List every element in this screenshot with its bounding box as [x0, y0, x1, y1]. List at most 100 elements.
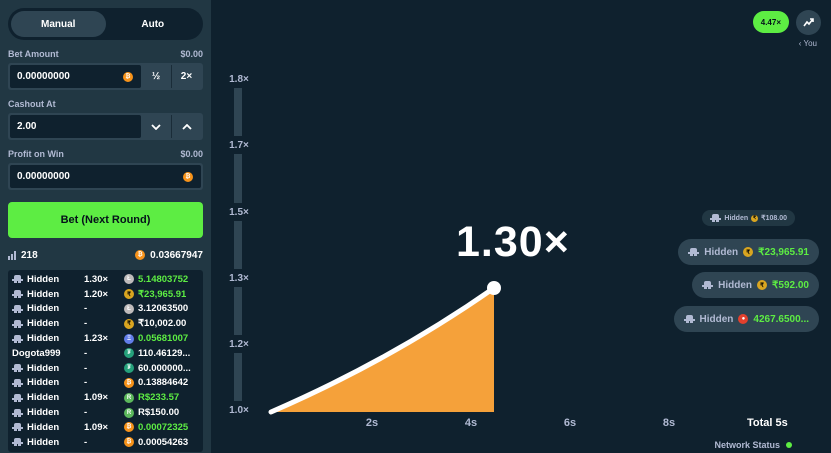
total-bet: 0.03667947 [150, 249, 203, 261]
player-row: Hidden 1.09× R R$233.57 [12, 390, 199, 405]
hidden-user-icon [12, 364, 23, 373]
player-name: Hidden [27, 273, 60, 285]
player-row: Hidden 1.30× Ł 5.14803752 [12, 272, 199, 287]
player-name: Hidden [27, 362, 60, 374]
player-row: Dogota999 - ₮ 110.46129... [12, 346, 199, 361]
bitcoin-icon: ₿ [183, 171, 193, 182]
cashout-amount: ₹592.00 [772, 279, 809, 291]
mode-toggle: Manual Auto [8, 8, 203, 40]
player-amount: R$150.00 [138, 407, 180, 419]
hidden-user-icon [702, 281, 714, 289]
hidden-user-icon [12, 290, 23, 299]
players-bar-icon [8, 250, 16, 260]
cashout-amount: ₹108.00 [761, 215, 787, 222]
player-multiplier: 1.09× [84, 421, 109, 433]
hidden-user-icon [12, 408, 23, 417]
cashout-pill: Hidden ₹ ₹23,965.91 [678, 239, 819, 265]
profit-usd: $0.00 [180, 149, 203, 159]
tab-auto[interactable]: Auto [106, 11, 201, 37]
player-name: Hidden [27, 333, 60, 345]
bet-button[interactable]: Bet (Next Round) [8, 202, 203, 238]
rupee-icon: ₹ [743, 247, 754, 257]
profit-label: Profit on Win [8, 149, 64, 159]
bet-amount-header: Bet Amount $0.00 [8, 49, 203, 59]
player-amount: ₹23,965.91 [138, 288, 187, 300]
player-name: Dogota999 [12, 347, 61, 359]
x-tick-label: 2s [365, 417, 379, 429]
profit-header: Profit on Win $0.00 [8, 149, 203, 159]
cashout-at-row: 2.00 [8, 113, 203, 140]
bet-amount-label: Bet Amount [8, 49, 59, 59]
player-multiplier: - [84, 362, 88, 374]
hidden-user-icon [12, 438, 23, 447]
cashout-amount: 4267.6500... [753, 313, 809, 325]
cashout-at-input[interactable]: 2.00 [10, 115, 141, 138]
network-status-dot [786, 442, 792, 448]
player-name: Hidden [27, 288, 60, 300]
inr-coin-icon: ₹ [124, 318, 134, 329]
player-row: Hidden - ₮ 60.000000... [12, 361, 199, 376]
rupee-icon: ₹ [751, 214, 759, 222]
rupee-icon: ₹ [757, 280, 768, 290]
player-multiplier: - [84, 407, 88, 419]
player-row: Hidden - ₿ 0.13884642 [12, 376, 199, 391]
brl-coin-icon: R [124, 392, 134, 403]
player-multiplier: - [84, 436, 88, 448]
brl-coin-icon: R [124, 407, 134, 418]
network-status: Network Status [714, 440, 792, 450]
cashout-amount: ₹23,965.91 [758, 246, 809, 258]
hidden-user-icon [683, 315, 695, 323]
hidden-user-icon [12, 319, 23, 328]
profit-value: 0.00000000 [17, 171, 70, 182]
player-multiplier: 1.30× [84, 273, 109, 285]
bet-amount-input[interactable]: 0.00000000 ₿ [10, 65, 141, 88]
cashout-user: Hidden [704, 246, 739, 258]
player-multiplier: - [84, 318, 88, 330]
crash-game-area: 4.47× ‹ You 1.8× 1.7× 1.5× 1.3× 1.2× 1.0… [211, 0, 831, 453]
player-row: Hidden - ₿ 0.00054263 [12, 435, 199, 450]
player-multiplier: - [84, 347, 88, 359]
hidden-user-icon [12, 378, 23, 387]
player-count: 218 [21, 249, 38, 261]
hidden-user-icon [710, 214, 722, 222]
hidden-user-icon [12, 423, 23, 432]
tab-manual[interactable]: Manual [11, 11, 106, 37]
player-name: Hidden [27, 318, 60, 330]
cashout-at-label: Cashout At [8, 99, 56, 109]
btc-coin-icon: ₿ [124, 377, 134, 388]
double-bet-button[interactable]: 2× [171, 65, 201, 88]
ltc-coin-icon: Ł [124, 274, 134, 285]
cashout-user: Hidden [724, 214, 749, 222]
curve-fill [271, 288, 494, 412]
usdt-coin-icon: ₮ [124, 363, 134, 374]
player-multiplier: 1.20× [84, 288, 109, 300]
bet-amount-row: 0.00000000 ₿ ½ 2× [8, 63, 203, 90]
hidden-user-icon [12, 304, 23, 313]
player-amount: 0.00054263 [138, 436, 189, 448]
x-tick-label: 4s [464, 417, 478, 429]
cashout-at-header: Cashout At [8, 99, 203, 109]
btc-coin-icon: ₿ [124, 422, 134, 433]
increase-cashout-button[interactable] [171, 115, 201, 138]
hidden-user-icon [688, 248, 700, 256]
cashout-pill: Hidden ● 4267.6500... [673, 306, 819, 332]
player-amount: R$233.57 [138, 392, 180, 404]
half-bet-button[interactable]: ½ [141, 65, 171, 88]
decrease-cashout-button[interactable] [141, 115, 171, 138]
ltc-coin-icon: Ł [124, 303, 134, 314]
player-row: Hidden 1.09× ₿ 0.00072325 [12, 420, 199, 435]
cashout-pill: Hidden ₹ ₹108.00 [702, 210, 795, 226]
player-name: Hidden [27, 436, 60, 448]
hidden-user-icon [12, 393, 23, 402]
btc-coin-icon: ₿ [124, 437, 134, 448]
player-row: Hidden - Ł 3.12063500 [12, 302, 199, 317]
bitcoin-icon: ₿ [123, 71, 133, 82]
player-row: Hidden 1.23× Ξ 0.05681007 [12, 331, 199, 346]
current-multiplier: 1.30× [456, 218, 570, 266]
player-amount: 3.12063500 [138, 303, 189, 315]
curve-head [487, 281, 501, 295]
eth-coin-icon: Ξ [124, 333, 134, 344]
player-amount: 5.14803752 [138, 273, 189, 285]
player-name: Hidden [27, 407, 60, 419]
player-multiplier: - [84, 377, 88, 389]
